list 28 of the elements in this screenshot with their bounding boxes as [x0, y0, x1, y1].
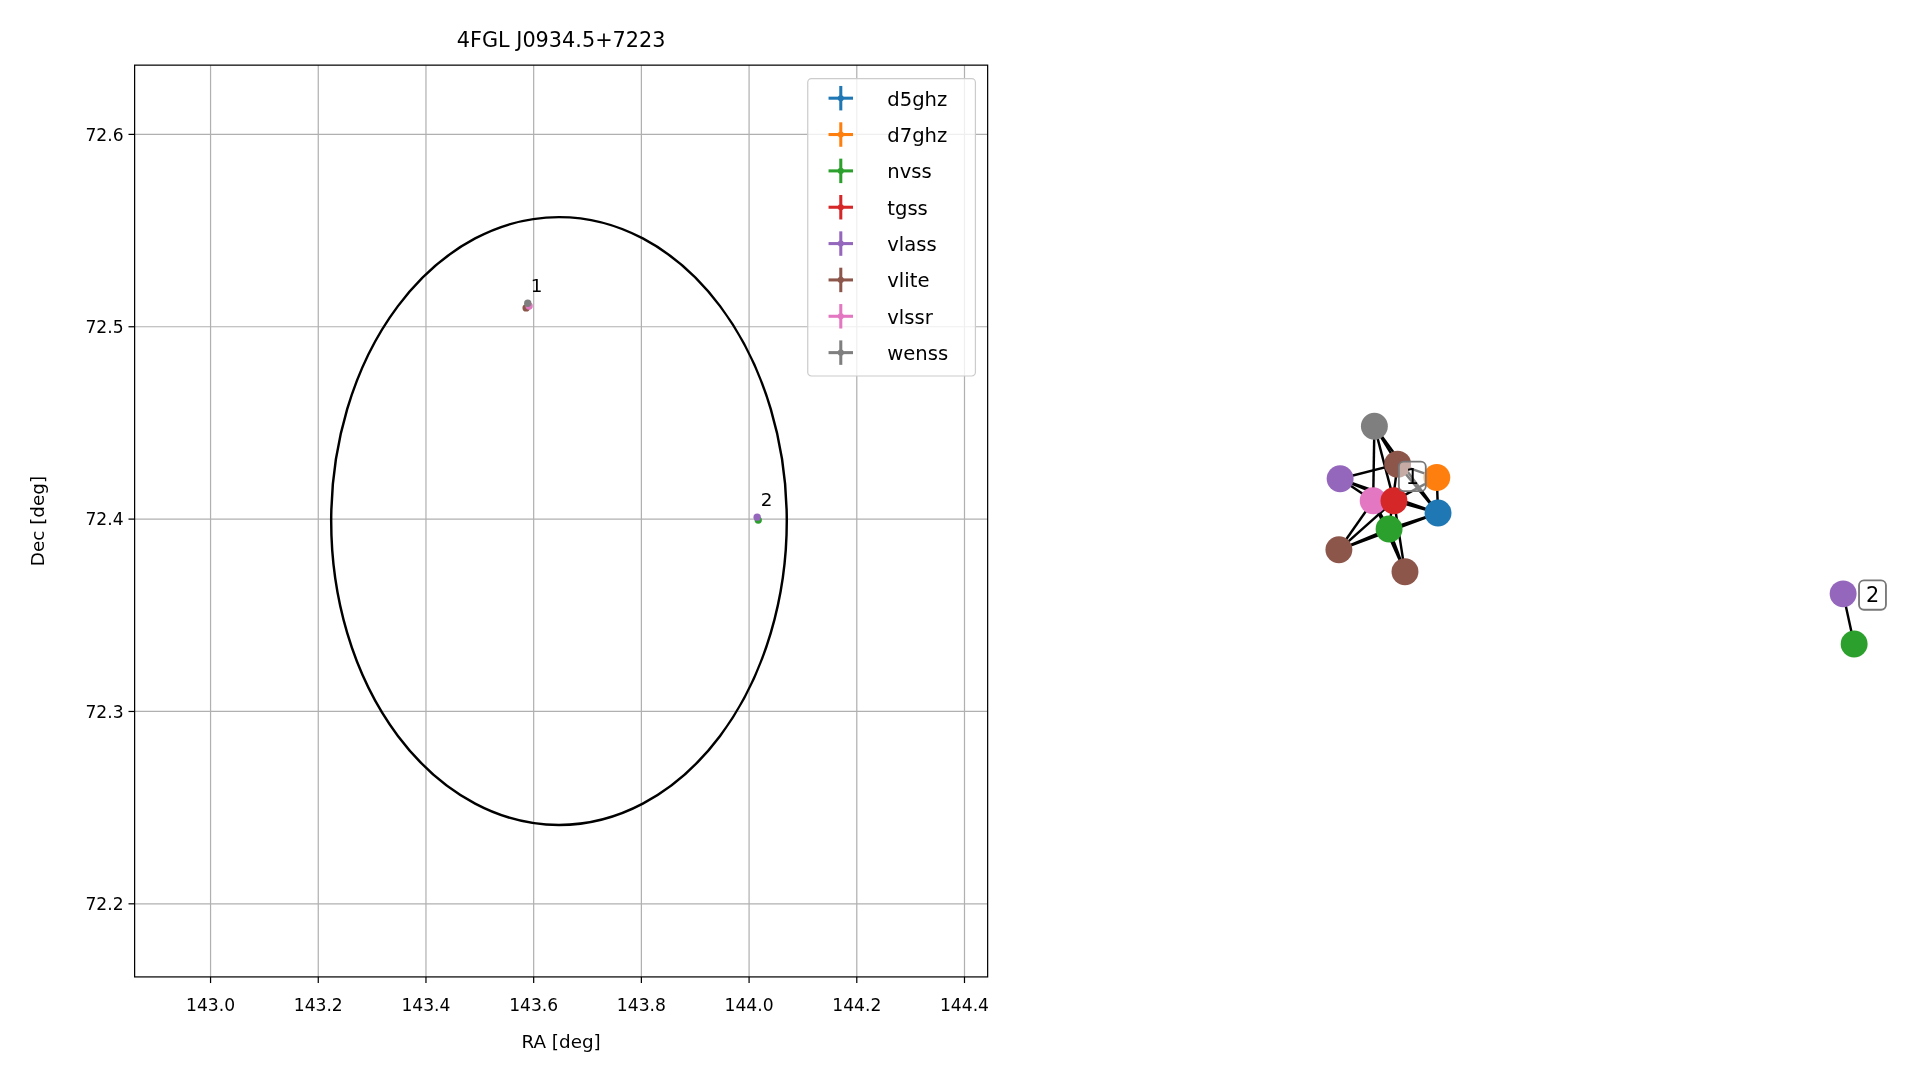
y-tick-label: 72.2 [85, 893, 124, 914]
x-tick-label: 143.0 [186, 995, 236, 1016]
y-tick-label: 72.5 [85, 316, 124, 337]
legend-label: d5ghz [887, 87, 948, 111]
x-tick-label: 143.2 [293, 995, 343, 1016]
legend-label: vlass [887, 232, 937, 256]
x-tick-label: 143.8 [616, 995, 666, 1016]
x-axis-label: RA [deg] [521, 1030, 601, 1052]
legend-label: wenss [887, 341, 949, 365]
y-tick-label: 72.3 [85, 701, 124, 722]
x-tick-label: 144.4 [940, 995, 989, 1016]
legend-label: d7ghz [887, 123, 948, 147]
y-tick-label: 72.4 [85, 509, 124, 530]
legend-label: nvss [887, 160, 932, 184]
point-label: 1 [530, 275, 543, 297]
chart-title: 4FGL J0934.5+7223 [456, 27, 666, 52]
x-tick-label: 144.0 [724, 995, 774, 1016]
legend-label: tgss [887, 196, 928, 220]
y-axis-label: Dec [deg] [27, 475, 49, 567]
cluster-label: 1 [1405, 464, 1419, 489]
x-tick-label: 143.6 [509, 995, 559, 1016]
y-tick-label: 72.6 [85, 124, 124, 145]
point-label: 2 [760, 488, 773, 510]
x-tick-label: 143.4 [401, 995, 451, 1016]
x-tick-label: 144.2 [832, 995, 882, 1016]
legend-label: vlite [887, 269, 930, 293]
legend-label: vlssr [887, 305, 933, 329]
cluster-label: 2 [1865, 583, 1880, 608]
